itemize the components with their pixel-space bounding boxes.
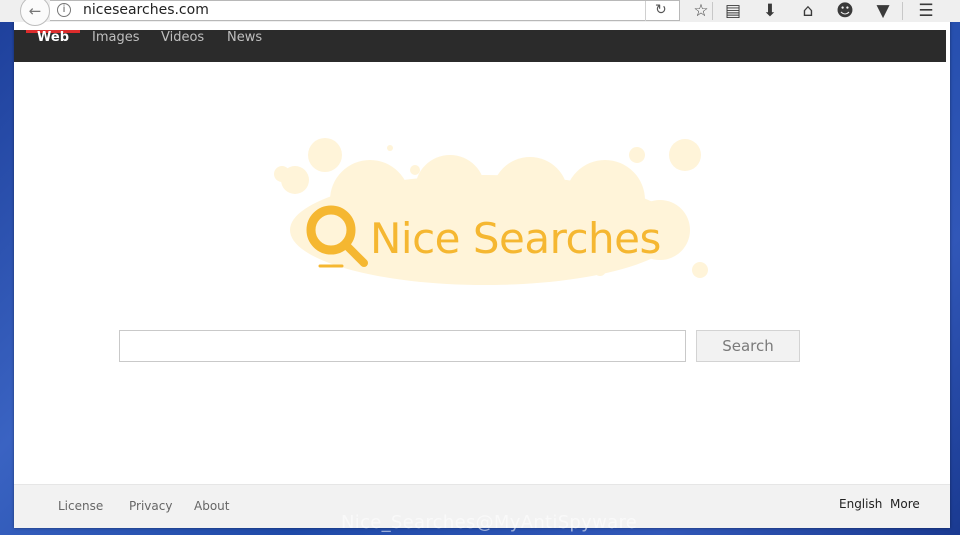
footer-link-language[interactable]: English: [839, 497, 882, 511]
download-icon[interactable]: ⬇: [757, 0, 783, 22]
pocket-icon[interactable]: ▼: [870, 0, 896, 22]
tab-videos[interactable]: Videos: [161, 30, 204, 62]
back-button[interactable]: ←: [20, 0, 50, 26]
url-divider: [645, 1, 646, 21]
address-bar[interactable]: i nicesearches.com ↻: [50, 0, 680, 21]
footer-link-license[interactable]: License: [58, 499, 103, 513]
footer-link-about[interactable]: About: [194, 499, 229, 513]
menu-icon[interactable]: ☰: [913, 0, 939, 22]
tab-images[interactable]: Images: [92, 30, 140, 62]
toolbar-divider: [712, 2, 713, 20]
home-icon[interactable]: ⌂: [795, 0, 821, 22]
footer-link-more[interactable]: More: [890, 497, 920, 511]
logo-text: Nice Searches: [370, 214, 661, 263]
reload-icon[interactable]: ↻: [655, 2, 667, 18]
info-icon[interactable]: i: [57, 3, 71, 17]
browser-toolbar: ← i nicesearches.com ↻ ☆ ▤ ⬇ ⌂ ☻ ▼ ☰: [0, 0, 960, 26]
browser-window: ← i nicesearches.com ↻ ☆ ▤ ⬇ ⌂ ☻ ▼ ☰ Web…: [0, 0, 960, 528]
back-arrow-icon: ←: [28, 2, 42, 20]
toolbar-divider: [902, 2, 903, 20]
watermark: Nice_Searches@MyAntiSpyware: [341, 512, 638, 533]
star-icon[interactable]: ☆: [688, 0, 714, 22]
chat-icon[interactable]: ☻: [832, 0, 858, 22]
tab-web[interactable]: Web: [37, 30, 69, 62]
url-text[interactable]: nicesearches.com: [83, 2, 209, 18]
search-input[interactable]: [119, 330, 686, 362]
tab-news[interactable]: News: [227, 30, 262, 62]
reading-list-icon[interactable]: ▤: [720, 0, 746, 22]
site-nav-bar: Web Images Videos News: [14, 30, 946, 62]
search-button[interactable]: Search: [696, 330, 800, 362]
footer-link-privacy[interactable]: Privacy: [129, 499, 172, 513]
